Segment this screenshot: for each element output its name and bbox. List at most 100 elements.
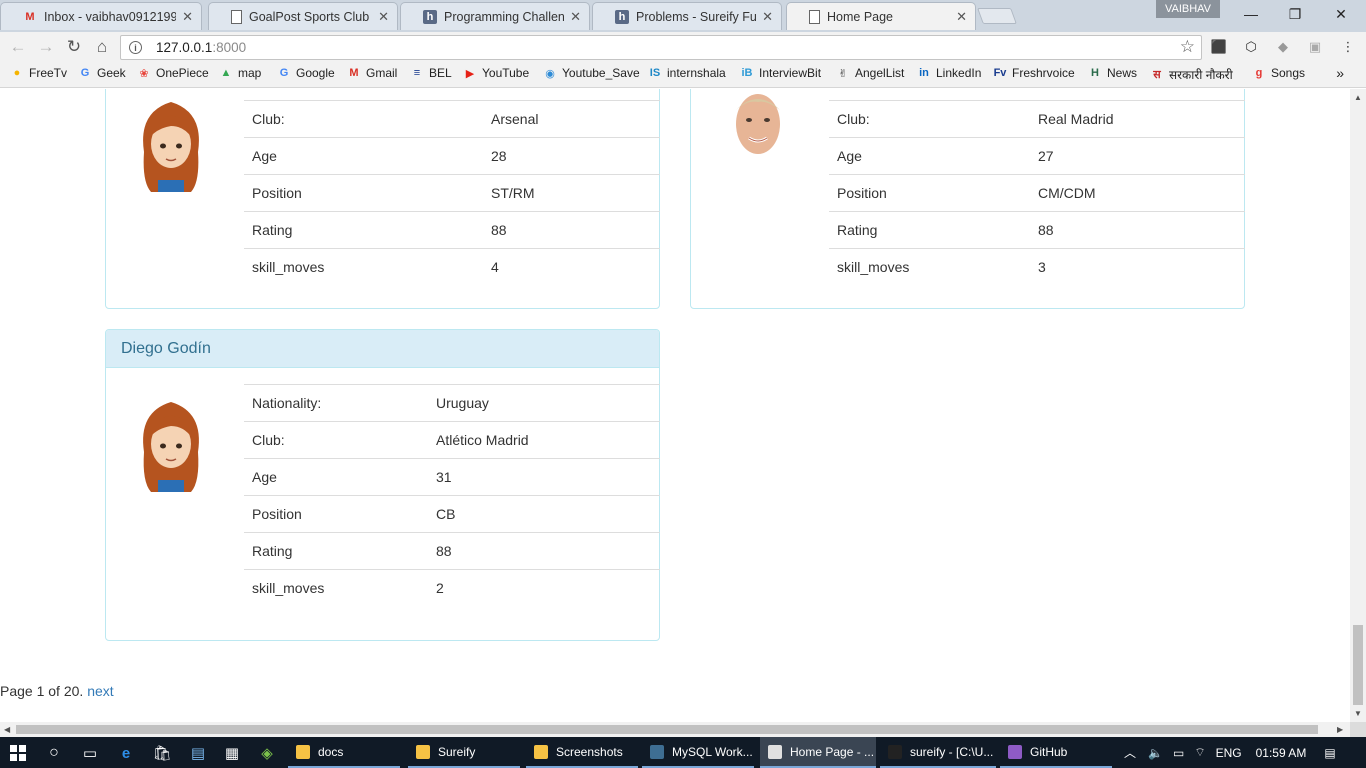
system-tray: ︿ 🔈 ▭ ⌔ ENG 01:59 AM ▤ xyxy=(1124,737,1336,768)
tab-home-page[interactable]: Home Page ✕ xyxy=(786,2,976,30)
close-window-icon[interactable]: ✕ xyxy=(1318,0,1364,28)
extension-icon[interactable]: ⬛ xyxy=(1211,39,1227,55)
attribute-value: Atlético Madrid xyxy=(436,432,529,448)
language-indicator[interactable]: ENG xyxy=(1216,746,1242,760)
calculator-icon[interactable]: ▦ xyxy=(222,743,242,763)
bookmark-geek[interactable]: G Geek xyxy=(78,66,126,80)
vertical-scrollbar[interactable]: ▲ ▼ xyxy=(1350,89,1366,722)
extension-icon[interactable]: ◆ xyxy=(1275,39,1291,55)
table-row: skill_moves 4 xyxy=(244,248,660,285)
tab-programming-challenge[interactable]: h Programming Challenge ✕ xyxy=(400,2,590,30)
bookmark-onepiece[interactable]: ❀ OnePiece xyxy=(137,66,208,80)
horizontal-scroll-thumb[interactable] xyxy=(16,725,1318,734)
minimize-icon[interactable]: — xyxy=(1228,0,1274,28)
url-port: :8000 xyxy=(212,40,247,55)
browser-toolbar: ← → ↻ ⌂ i 127.0.0.1:8000 ☆ ⬛ ⬡ ◆ ▣ ⋮ xyxy=(0,32,1366,62)
tab-inbox[interactable]: M Inbox - vaibhav09121991@ ✕ xyxy=(0,2,202,30)
close-icon[interactable]: ✕ xyxy=(762,9,773,25)
bookmark-gmail[interactable]: M Gmail xyxy=(347,66,397,80)
taskbar-app-sureify[interactable]: Sureify xyxy=(408,737,520,768)
taskbar-app-screenshots[interactable]: Screenshots xyxy=(526,737,638,768)
wifi-icon[interactable]: ⌔ xyxy=(1194,745,1205,760)
bookmark-label: सरकारी नौकरी xyxy=(1169,68,1233,82)
bookmark-freetv[interactable]: ● FreeTv xyxy=(10,66,67,80)
next-page-link[interactable]: next xyxy=(87,683,113,699)
bookmark-internshala[interactable]: IS internshala xyxy=(648,66,726,80)
cube-extension-icon[interactable]: ⬡ xyxy=(1243,39,1259,55)
tab-problems[interactable]: h Problems - Sureify Fullst ✕ xyxy=(592,2,782,30)
clock[interactable]: 01:59 AM xyxy=(1256,746,1307,760)
forward-arrow-icon[interactable]: → xyxy=(36,37,56,57)
bookmark-[interactable]: स सरकारी नौकरी xyxy=(1150,66,1233,83)
close-icon[interactable]: ✕ xyxy=(182,9,193,25)
bookmark-freshrvoice[interactable]: Fv Freshrvoice xyxy=(993,66,1075,80)
bookmark-bel[interactable]: ≡ BEL xyxy=(410,66,452,80)
chevron-up-icon[interactable]: ︿ xyxy=(1124,744,1136,761)
taskbar-app-sureify-c-u[interactable]: sureify - [C:\U... xyxy=(880,737,996,768)
close-icon[interactable]: ✕ xyxy=(956,9,967,25)
tab-label: GoalPost Sports Club An xyxy=(249,9,372,24)
taskbar-app-github[interactable]: GitHub xyxy=(1000,737,1112,768)
store-icon[interactable]: 🛍 xyxy=(152,743,172,763)
scroll-right-icon[interactable]: ▶ xyxy=(1337,725,1343,734)
windows-start-icon[interactable] xyxy=(8,743,28,763)
bookmarks-bar: » ● FreeTv G Geek ❀ OnePiece ▲ map G Google M Gmail… xyxy=(0,62,1366,88)
more-bookmarks-icon[interactable]: » xyxy=(1336,65,1344,81)
windows-taskbar: ○ ▭ e 🛍 ▤ ▦ ◈ ︿ 🔈 ▭ ⌔ ENG 01:59 AM ▤ doc… xyxy=(0,737,1366,768)
bookmark-interviewbit[interactable]: iB InterviewBit xyxy=(740,66,822,80)
explorer-icon[interactable]: ▤ xyxy=(188,743,208,763)
taskbar-app-docs[interactable]: docs xyxy=(288,737,400,768)
bookmark-favicon-icon: iB xyxy=(741,67,753,79)
notifications-icon[interactable]: ▤ xyxy=(1324,746,1335,760)
scroll-up-icon[interactable]: ▲ xyxy=(1354,93,1362,102)
info-icon[interactable]: i xyxy=(129,41,142,54)
back-arrow-icon[interactable]: ← xyxy=(8,37,28,57)
taskbar-app-mysql-work[interactable]: MySQL Work... xyxy=(642,737,754,768)
bookmark-favicon-icon: ▲ xyxy=(220,67,232,79)
reload-icon[interactable]: ↻ xyxy=(64,37,84,57)
attribute-label: Position xyxy=(252,506,302,522)
scroll-down-icon[interactable]: ▼ xyxy=(1354,709,1362,718)
bookmark-label: Google xyxy=(296,66,335,80)
bookmark-map[interactable]: ▲ map xyxy=(219,66,262,80)
bookmark-star-icon[interactable]: ☆ xyxy=(1180,37,1195,57)
new-tab-button[interactable] xyxy=(977,8,1017,24)
bookmark-favicon-icon: ≡ xyxy=(413,67,421,79)
edge-icon[interactable]: e xyxy=(116,743,136,763)
table-row: Age 28 xyxy=(244,137,660,174)
address-bar[interactable]: i 127.0.0.1:8000 ☆ xyxy=(120,35,1202,60)
close-icon[interactable]: ✕ xyxy=(570,9,581,25)
close-icon[interactable]: ✕ xyxy=(378,9,389,25)
scroll-left-icon[interactable]: ◀ xyxy=(4,725,10,734)
bookmark-favicon-icon: IS xyxy=(649,67,661,79)
bookmark-youtube[interactable]: ▶ YouTube xyxy=(463,66,529,80)
bookmark-google[interactable]: G Google xyxy=(277,66,335,80)
restore-icon[interactable]: ❐ xyxy=(1272,0,1318,28)
horizontal-scrollbar[interactable]: ◀ ▶ xyxy=(0,722,1350,737)
bookmark-angellist[interactable]: ✌ AngelList xyxy=(836,66,904,80)
bookmark-linkedin[interactable]: in LinkedIn xyxy=(917,66,981,80)
bookmark-news[interactable]: H News xyxy=(1088,66,1137,80)
attribute-value: CB xyxy=(436,506,456,522)
home-icon[interactable]: ⌂ xyxy=(92,37,112,57)
bookmark-favicon-icon: ◉ xyxy=(545,67,555,80)
bookmark-youtube-save[interactable]: ◉ Youtube_Save xyxy=(543,66,640,80)
profile-button[interactable]: VAIBHAV xyxy=(1156,0,1220,18)
bookmark-label: FreeTv xyxy=(29,66,68,80)
table-row: Position CM/CDM xyxy=(829,174,1245,211)
vertical-scroll-thumb[interactable] xyxy=(1353,625,1363,705)
app-icon xyxy=(1008,744,1022,759)
battery-icon[interactable]: ▭ xyxy=(1173,746,1184,760)
menu-icon[interactable]: ⋮ xyxy=(1340,39,1356,55)
attribute-label: Rating xyxy=(252,543,293,559)
bookmark-favicon-icon: g xyxy=(1255,67,1263,79)
tab-goalpost[interactable]: GoalPost Sports Club An ✕ xyxy=(208,2,398,30)
task-view-icon[interactable]: ▭ xyxy=(80,743,100,763)
taskbar-app-home-page[interactable]: Home Page - ... xyxy=(760,737,876,768)
bookmark-label: Youtube_Save xyxy=(562,66,640,80)
pdf-extension-icon[interactable]: ▣ xyxy=(1307,39,1323,55)
cortana-search-icon[interactable]: ○ xyxy=(44,743,64,763)
app-icon[interactable]: ◈ xyxy=(257,743,277,763)
speaker-icon[interactable]: 🔈 xyxy=(1148,746,1163,760)
bookmark-songs[interactable]: g Songs xyxy=(1252,66,1305,80)
